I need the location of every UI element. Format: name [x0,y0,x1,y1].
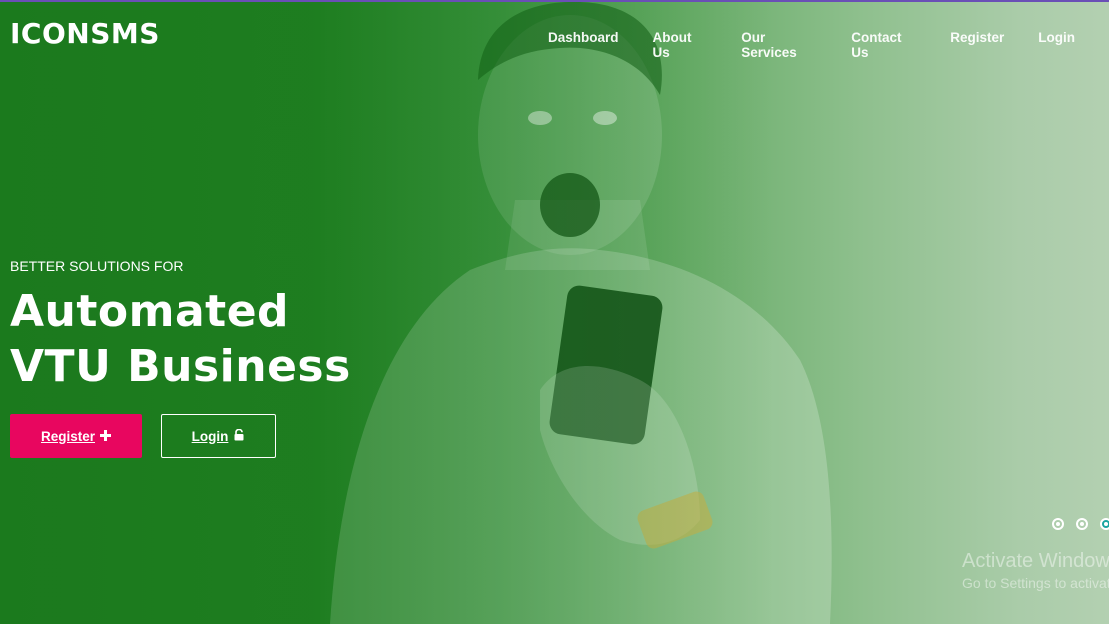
watermark-line1: Activate Windows [962,550,1109,572]
hero-title: Automated VTU Business [10,284,351,394]
login-button-label: Login [191,428,229,444]
carousel-dot-1[interactable] [1052,518,1064,530]
nav-contact-us[interactable]: Contact Us [851,30,916,60]
nav-our-services[interactable]: Our Services [741,30,817,60]
register-button[interactable]: Register [10,414,142,458]
main-nav: Dashboard About Us Our Services Contact … [548,30,1109,60]
hero-title-line1: Automated [10,286,290,337]
hero-title-line2: VTU Business [10,341,351,392]
unlock-icon [233,428,245,444]
nav-register[interactable]: Register [950,30,1004,60]
carousel-dot-2[interactable] [1076,518,1088,530]
nav-about-us[interactable]: About Us [653,30,708,60]
top-accent-line [0,0,1109,2]
nav-login[interactable]: Login [1038,30,1075,60]
plus-icon [100,428,112,444]
login-button[interactable]: Login [161,414,276,458]
register-button-label: Register [40,428,96,444]
hero-kicker: BETTER SOLUTIONS FOR [10,258,184,274]
brand-logo[interactable]: ICONSMS [10,17,160,50]
navbar: ICONSMS Dashboard About Us Our Services … [0,0,1109,76]
carousel-dot-3[interactable] [1100,518,1109,530]
hero-headline: BETTER SOLUTIONS FOR Automated VTU Busin… [10,258,351,394]
carousel-indicators [1052,518,1109,530]
watermark-line2: Go to Settings to activate Windows. [962,575,1109,591]
nav-dashboard[interactable]: Dashboard [548,30,619,60]
windows-activation-watermark: Activate Windows Go to Settings to activ… [962,550,1109,591]
